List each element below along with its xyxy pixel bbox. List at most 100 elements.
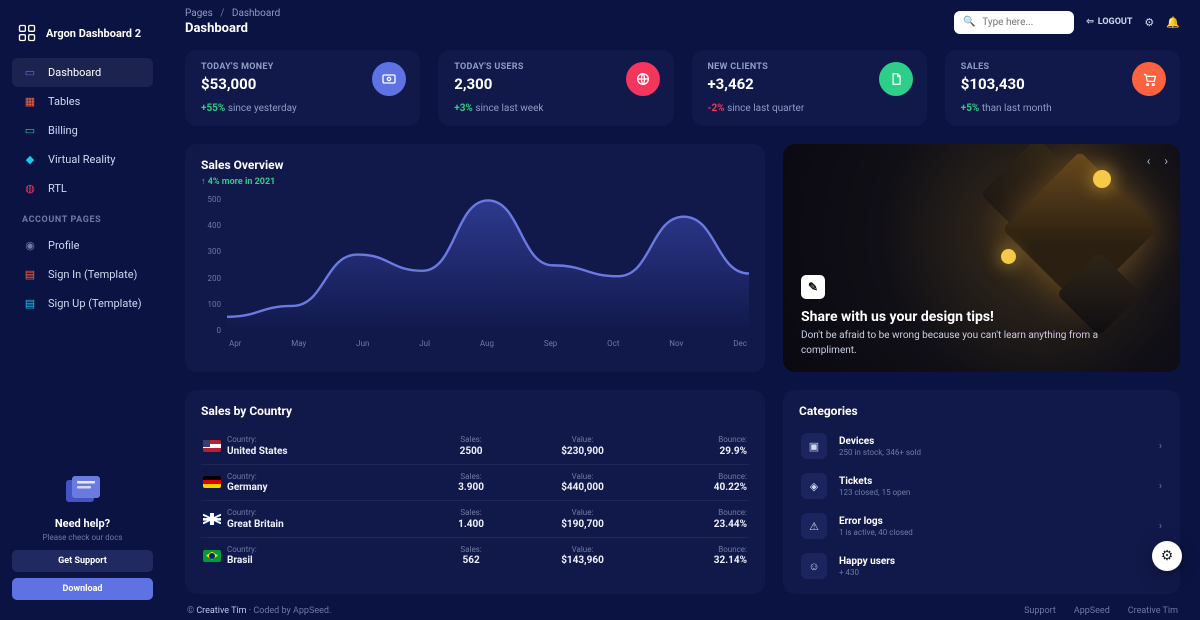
category-item[interactable]: ▣Devices250 in stock, 346+ sold› xyxy=(799,426,1164,466)
footer-copyright: © Creative Tim · Coded by AppSeed. xyxy=(187,606,331,616)
category-icon: ▣ xyxy=(801,433,827,459)
carousel-title: Share with us your design tips! xyxy=(801,309,1162,325)
sidebar-item-billing[interactable]: ▭ Billing xyxy=(12,116,153,145)
docs-icon xyxy=(59,473,107,509)
category-item[interactable]: ◈Tickets123 closed, 15 open› xyxy=(799,466,1164,506)
help-box: Need help? Please check our docs Get Sup… xyxy=(12,467,153,606)
get-support-button[interactable]: Get Support xyxy=(12,550,153,572)
carousel-prev-button[interactable]: ‹ xyxy=(1147,154,1151,168)
topbar: Pages / Dashboard Dashboard 🔍 ⇦ LOGOUT ⚙… xyxy=(185,8,1180,36)
categories-panel: Categories ▣Devices250 in stock, 346+ so… xyxy=(783,390,1180,594)
download-button[interactable]: Download xyxy=(12,578,153,600)
user-icon: ◉ xyxy=(22,239,38,252)
panel-title: Sales Overview xyxy=(201,158,749,172)
flag-icon xyxy=(203,440,221,452)
sidebar-item-dashboard[interactable]: ▭ Dashboard xyxy=(12,58,153,87)
sidebar-item-vr[interactable]: ◆ Virtual Reality xyxy=(12,145,153,174)
bell-icon[interactable]: 🔔 xyxy=(1166,16,1180,29)
globe-icon xyxy=(626,62,660,96)
logout-button[interactable]: ⇦ LOGOUT xyxy=(1086,17,1132,27)
overview-badge: 4% more in 2021 xyxy=(208,177,276,187)
sales-chart: 5004003002001000 AprMayJunJulAugSepOctNo… xyxy=(201,195,749,355)
brand[interactable]: Argon Dashboard 2 xyxy=(12,16,153,58)
page-title: Dashboard xyxy=(185,21,280,36)
sidebar-section-heading: ACCOUNT PAGES xyxy=(12,203,153,231)
sidebar-item-signin[interactable]: ▤ Sign In (Template) xyxy=(12,260,153,289)
sidebar-item-label: Tables xyxy=(48,95,80,108)
sidebar-item-profile[interactable]: ◉ Profile xyxy=(12,231,153,260)
stat-cards: TODAY'S MONEY $53,000 +55% since yesterd… xyxy=(185,50,1180,126)
breadcrumb-current: Dashboard xyxy=(232,8,280,19)
card-icon: ▭ xyxy=(22,124,38,137)
breadcrumb-sep: / xyxy=(220,8,224,19)
category-item[interactable]: ⚠Error logs1 is active, 40 closed› xyxy=(799,506,1164,546)
flag-icon xyxy=(203,550,221,562)
panel-sub: ↑ 4% more in 2021 xyxy=(201,176,749,187)
cart-icon xyxy=(1132,62,1166,96)
footer-link[interactable]: Creative Tim xyxy=(1128,606,1178,616)
chevron-right-icon: › xyxy=(1159,441,1162,452)
logout-label: LOGOUT xyxy=(1098,17,1133,27)
money-icon xyxy=(372,62,406,96)
chevron-right-icon: › xyxy=(1159,521,1162,532)
stat-card-sales: SALES $103,430 +5% than last month xyxy=(945,50,1180,126)
sidebar-item-signup[interactable]: ▤ Sign Up (Template) xyxy=(12,289,153,318)
stat-card-users: TODAY'S USERS 2,300 +3% since last week xyxy=(438,50,673,126)
breadcrumb-wrap: Pages / Dashboard Dashboard xyxy=(185,8,280,36)
sidebar-item-tables[interactable]: ▦ Tables xyxy=(12,87,153,116)
sidebar-item-label: Sign In (Template) xyxy=(48,268,137,281)
globe-icon: ◍ xyxy=(22,182,38,195)
cube-icon: ◆ xyxy=(22,153,38,166)
breadcrumb-root[interactable]: Pages xyxy=(185,8,213,19)
stat-delta-text: than last month xyxy=(982,103,1052,114)
chevron-right-icon: › xyxy=(1159,481,1162,492)
footer-link[interactable]: AppSeed xyxy=(1074,606,1110,616)
settings-fab[interactable]: ⚙ xyxy=(1152,541,1182,571)
stat-delta-text: since last week xyxy=(475,103,543,114)
table-row: Country:United StatesSales:2500Value:$23… xyxy=(201,428,749,465)
stat-delta: +5% than last month xyxy=(961,103,1164,114)
table-row: Country:GermanySales:3.900Value:$440,000… xyxy=(201,465,749,502)
stat-card-money: TODAY'S MONEY $53,000 +55% since yesterd… xyxy=(185,50,420,126)
search: 🔍 xyxy=(954,11,1074,34)
sidebar-item-label: Sign Up (Template) xyxy=(48,297,142,310)
help-sub: Please check our docs xyxy=(12,533,153,542)
sidebar-item-label: Profile xyxy=(48,239,79,252)
brand-label: Argon Dashboard 2 xyxy=(46,27,141,40)
sales-overview-panel: Sales Overview ↑ 4% more in 2021 5004003… xyxy=(185,144,765,372)
flag-icon xyxy=(203,476,221,488)
footer-link[interactable]: Support xyxy=(1024,606,1056,616)
sidebar: Argon Dashboard 2 ▭ Dashboard ▦ Tables ▭… xyxy=(0,0,165,620)
categories-list: ▣Devices250 in stock, 346+ sold›◈Tickets… xyxy=(799,426,1164,586)
rocket-icon: ▤ xyxy=(22,297,38,310)
brand-icon xyxy=(16,22,38,44)
stat-delta: +3% since last week xyxy=(454,103,657,114)
sidebar-item-rtl[interactable]: ◍ RTL xyxy=(12,174,153,203)
country-table: Country:United StatesSales:2500Value:$23… xyxy=(201,428,749,573)
lightbulb-icon: ✎ xyxy=(801,275,825,299)
sidebar-item-label: Billing xyxy=(48,124,78,137)
footer: © Creative Tim · Coded by AppSeed. Suppo… xyxy=(185,604,1180,618)
flag-icon xyxy=(203,513,221,525)
stat-delta: -2% since last quarter xyxy=(708,103,911,114)
design-tips-carousel: ‹ › ✎ Share with us your design tips! Do… xyxy=(783,144,1180,372)
arrow-up-icon: ↑ xyxy=(201,177,206,187)
calendar-icon: ▦ xyxy=(22,95,38,108)
stat-delta-pct: +3% xyxy=(454,103,473,114)
stat-card-clients: NEW CLIENTS +3,462 -2% since last quarte… xyxy=(692,50,927,126)
gear-icon[interactable]: ⚙ xyxy=(1144,16,1154,29)
category-icon: ☺ xyxy=(801,553,827,579)
category-item[interactable]: ☺Happy users+ 430› xyxy=(799,546,1164,586)
doc-icon: ▤ xyxy=(22,268,38,281)
carousel-next-button[interactable]: › xyxy=(1164,154,1168,168)
help-title: Need help? xyxy=(12,517,153,530)
breadcrumb: Pages / Dashboard xyxy=(185,8,280,19)
carousel-sub: Don't be afraid to be wrong because you … xyxy=(801,329,1131,358)
footer-brand-link[interactable]: Creative Tim xyxy=(196,606,246,616)
stat-delta: +55% since yesterday xyxy=(201,103,404,114)
doc-icon xyxy=(879,62,913,96)
logout-icon: ⇦ xyxy=(1086,17,1094,27)
tv-icon: ▭ xyxy=(22,66,38,79)
stat-delta-pct: +5% xyxy=(961,103,980,114)
sales-by-country-panel: Sales by Country Country:United StatesSa… xyxy=(185,390,765,594)
